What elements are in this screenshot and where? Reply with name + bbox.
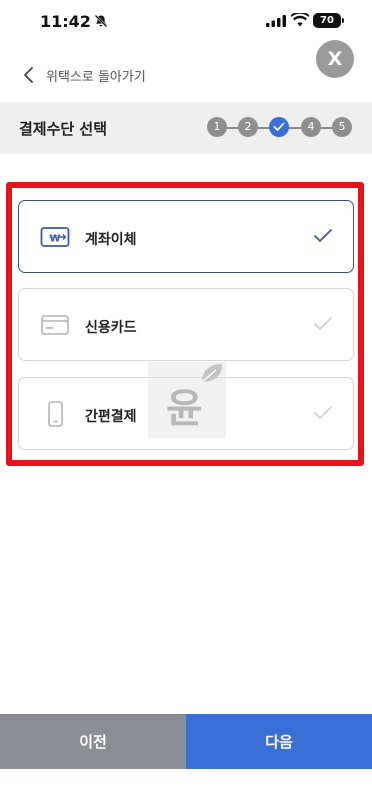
prev-button[interactable]: 이전 [0,714,186,769]
page-title: 결제수단 선택 [19,120,108,138]
status-bar: 11:42 70 [0,0,372,44]
payment-option-bank-transfer[interactable]: ₩ 계좌이체 [18,200,354,273]
watermark: 윤 [148,362,226,438]
battery-indicator: 70 [313,13,341,28]
next-button[interactable]: 다음 [186,714,372,769]
signal-icon [266,15,286,27]
chevron-left-icon [24,67,33,83]
check-icon [314,406,332,419]
battery-tip [342,18,344,23]
home-indicator-area [0,769,372,800]
mobile-phone-icon [48,401,63,427]
progress-stepper: 1 2 4 5 [207,117,355,139]
back-link-label: 위택스로 돌아가기 [46,69,146,85]
watermark-text: 윤 [166,386,203,432]
option-label: 간편결제 [85,409,137,425]
check-icon [273,122,285,131]
step-5: 5 [332,117,352,137]
back-link[interactable]: 위택스로 돌아가기 [22,62,146,88]
check-icon [314,229,332,242]
option-label: 계좌이체 [85,232,137,248]
step-4: 4 [301,117,321,137]
step-2: 2 [238,117,258,137]
status-time: 11:42 [40,12,91,31]
bank-transfer-icon: ₩ [40,227,70,247]
wifi-icon [291,13,309,27]
option-label: 신용카드 [85,320,137,336]
svg-text:₩: ₩ [49,234,60,245]
payment-option-credit-card[interactable]: 신용카드 [18,288,354,361]
close-button[interactable]: X [316,40,354,78]
leaf-icon [201,364,222,383]
bell-slash-icon [94,14,108,28]
credit-card-icon [41,315,69,335]
step-1: 1 [207,117,227,137]
step-3-current [269,117,289,137]
check-icon [314,317,332,330]
